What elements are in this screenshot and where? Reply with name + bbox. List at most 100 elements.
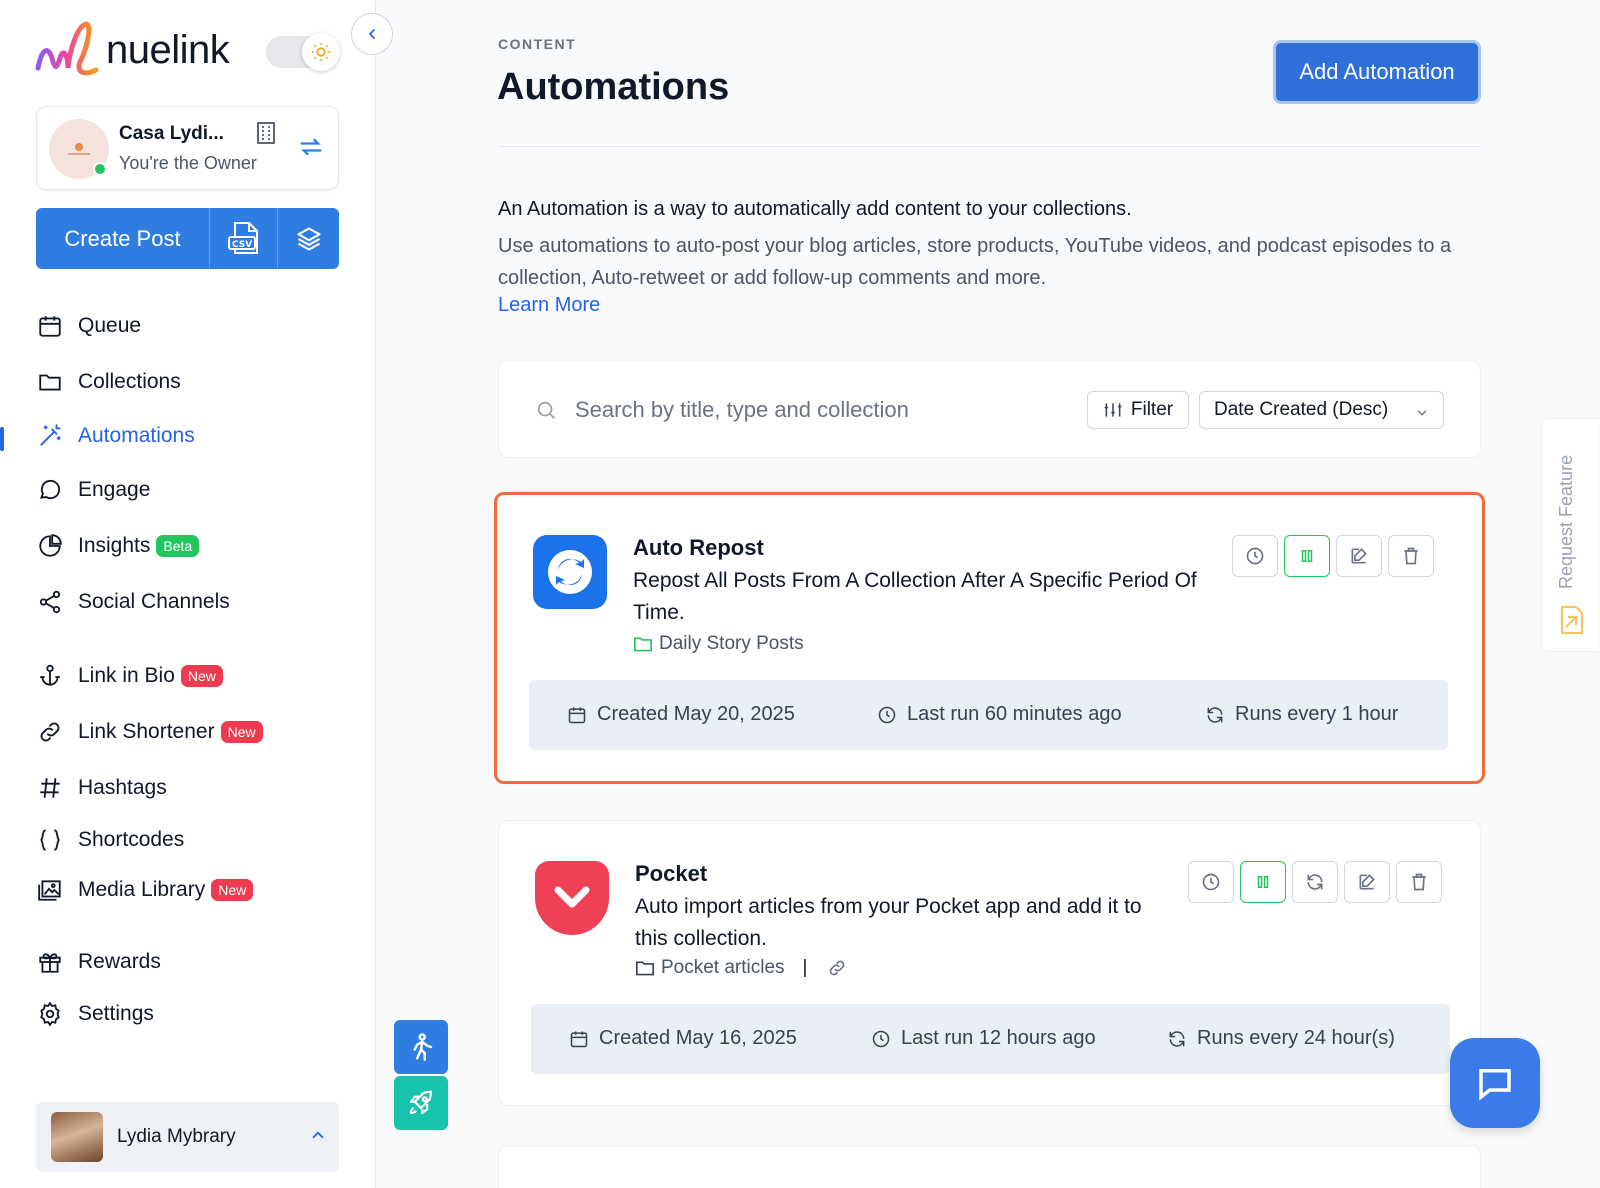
gift-icon (36, 948, 64, 976)
nav-engage[interactable]: Engage (36, 470, 150, 510)
automation-actions (1232, 535, 1434, 577)
nav-link-in-bio[interactable]: Link in Bio New (36, 656, 223, 696)
nav-collections[interactable]: Collections (36, 362, 181, 402)
account-switcher[interactable]: Casa Lydi... You're the Owner (36, 106, 339, 190)
refresh-icon (1307, 874, 1323, 890)
chevron-up-icon (309, 1126, 327, 1149)
layers-button[interactable] (278, 208, 339, 269)
pause-icon (1257, 876, 1269, 888)
new-badge: New (220, 721, 263, 743)
nav-hashtags[interactable]: Hashtags (36, 768, 167, 808)
nav-automations[interactable]: Automations (36, 416, 195, 456)
automation-collection[interactable]: Daily Story Posts (633, 633, 804, 655)
csv-import-button[interactable]: CSV (210, 208, 278, 269)
learn-more-link[interactable]: Learn More (498, 294, 600, 317)
page-title: Automations (497, 66, 730, 108)
create-post-group: Create Post CSV (36, 208, 339, 269)
walking-person-icon (413, 1033, 433, 1061)
delete-button[interactable] (1396, 861, 1442, 903)
frequency-text: Runs every 1 hour (1235, 703, 1399, 725)
history-button[interactable] (1232, 535, 1278, 577)
collection-name: Daily Story Posts (659, 633, 804, 654)
last-run: Last run 12 hours ago (871, 1027, 1096, 1050)
hashtag-icon (36, 774, 64, 802)
automation-card[interactable]: Auto Repost Repost All Posts From A Coll… (494, 492, 1485, 784)
folder-icon (633, 635, 653, 653)
calendar-icon (570, 1031, 588, 1047)
add-automation-button[interactable]: Add Automation (1273, 40, 1481, 104)
pie-chart-icon (36, 532, 64, 560)
create-post-button[interactable]: Create Post (36, 208, 210, 269)
rocket-icon (409, 1090, 433, 1115)
chevron-left-icon (368, 29, 375, 39)
user-menu[interactable]: Lydia Mybrary (36, 1102, 339, 1172)
braces-icon (36, 826, 64, 854)
pause-button[interactable] (1284, 535, 1330, 577)
edit-button[interactable] (1344, 861, 1390, 903)
request-feature-tab[interactable]: Request Feature (1541, 418, 1599, 652)
link-icon (36, 718, 64, 746)
theme-toggle[interactable] (266, 33, 340, 71)
clock-icon (878, 706, 896, 723)
edit-button[interactable] (1336, 535, 1382, 577)
sliders-icon (1104, 403, 1122, 417)
nav-automations-label: Automations (78, 424, 195, 447)
frequency-text: Runs every 24 hour(s) (1197, 1027, 1395, 1049)
history-button[interactable] (1188, 861, 1234, 903)
nav-link-shortener[interactable]: Link Shortener New (36, 712, 263, 752)
automation-title: Pocket (635, 861, 708, 886)
nav-queue-label: Queue (78, 314, 142, 337)
new-badge: New (180, 665, 223, 687)
collection-name: Pocket articles (661, 957, 785, 978)
intro-text: An Automation is a way to automatically … (498, 198, 1132, 220)
nav-insights[interactable]: Insights Beta (36, 526, 200, 566)
new-badge: New (211, 879, 254, 901)
delete-button[interactable] (1388, 535, 1434, 577)
nav-collections-label: Collections (78, 370, 181, 393)
automation-collection[interactable]: Pocket articles | (635, 957, 847, 979)
whats-new-button[interactable] (394, 1076, 448, 1130)
nuelink-logo[interactable]: nuelink (34, 18, 230, 82)
search-icon (535, 399, 557, 426)
nav-link-shortener-label: Link Shortener (78, 720, 215, 743)
link-icon[interactable] (827, 958, 847, 978)
nav-settings[interactable]: Settings (36, 994, 154, 1034)
pause-button[interactable] (1240, 861, 1286, 903)
automation-actions (1188, 861, 1442, 903)
nav-shortcodes[interactable]: Shortcodes (36, 820, 184, 860)
user-avatar (51, 1112, 103, 1162)
separator: | (802, 957, 808, 978)
automation-card[interactable]: Pocket Auto import articles from your Po… (498, 820, 1481, 1106)
user-name: Lydia Mybrary (117, 1126, 236, 1147)
sort-select[interactable]: Date Created (Desc) (1199, 391, 1444, 429)
nav-queue[interactable]: Queue (36, 306, 141, 346)
nav-hashtags-label: Hashtags (78, 776, 167, 799)
switch-account-icon[interactable] (297, 133, 325, 166)
share-icon (36, 588, 64, 616)
chat-bubble-icon (36, 476, 64, 504)
automation-card[interactable] (498, 1145, 1481, 1188)
nav-engage-label: Engage (78, 478, 151, 501)
last-run-text: Last run 12 hours ago (901, 1027, 1096, 1049)
support-chat-button[interactable] (1450, 1038, 1540, 1128)
edit-icon (1359, 874, 1375, 890)
nav-rewards[interactable]: Rewards (36, 942, 161, 982)
filter-button[interactable]: Filter (1087, 391, 1189, 429)
search-input[interactable] (575, 391, 1045, 429)
nav-social-channels[interactable]: Social Channels (36, 582, 230, 622)
collapse-sidebar-button[interactable] (351, 13, 393, 55)
nav-media-library[interactable]: Media Library New (36, 870, 254, 910)
nav-settings-label: Settings (78, 1002, 154, 1025)
nav-insights-label: Insights (78, 534, 151, 557)
chevron-down-icon (1415, 404, 1429, 426)
automation-meta: Created May 20, 2025 Last run 60 minutes… (529, 680, 1448, 750)
folder-icon (36, 368, 64, 396)
building-icon (255, 121, 277, 150)
feature-request-icon (1558, 605, 1584, 640)
run-now-button[interactable] (1292, 861, 1338, 903)
clock-icon (1246, 547, 1264, 565)
refresh-icon (1169, 1030, 1185, 1047)
automation-description: Auto import articles from your Pocket ap… (635, 895, 1142, 950)
edit-icon (1351, 548, 1367, 564)
onboarding-button[interactable] (394, 1020, 448, 1074)
